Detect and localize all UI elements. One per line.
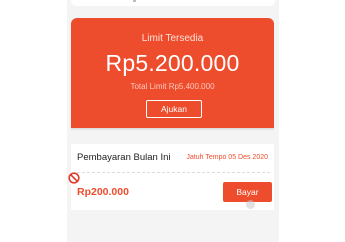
total-limit-text: Total Limit Rp5.400.000 [130, 82, 215, 91]
payment-amount: Rp200.000 [77, 186, 129, 198]
card-edge-mark [133, 0, 136, 2]
pay-button[interactable]: Bayar [223, 182, 272, 202]
divider [77, 172, 270, 173]
monthly-payment-card: Pembayaran Bulan Ini Jatuh Tempo 05 Des … [71, 144, 274, 210]
due-date: Jatuh Tempo 05 Des 2020 [186, 154, 268, 161]
limit-card: Limit Tersedia Rp5.200.000 Total Limit R… [71, 18, 274, 128]
apply-button[interactable]: Ajukan [146, 100, 202, 118]
card-shadow [71, 128, 274, 131]
previous-card-edge [71, 0, 275, 6]
touch-indicator [246, 200, 255, 209]
available-limit-amount: Rp5.200.000 [105, 50, 240, 76]
payment-title: Pembayaran Bulan Ini [77, 152, 171, 163]
prohibited-icon [68, 172, 80, 184]
limit-title: Limit Tersedia [141, 33, 204, 44]
paylater-screen: Limit Tersedia Rp5.200.000 Total Limit R… [0, 0, 345, 242]
